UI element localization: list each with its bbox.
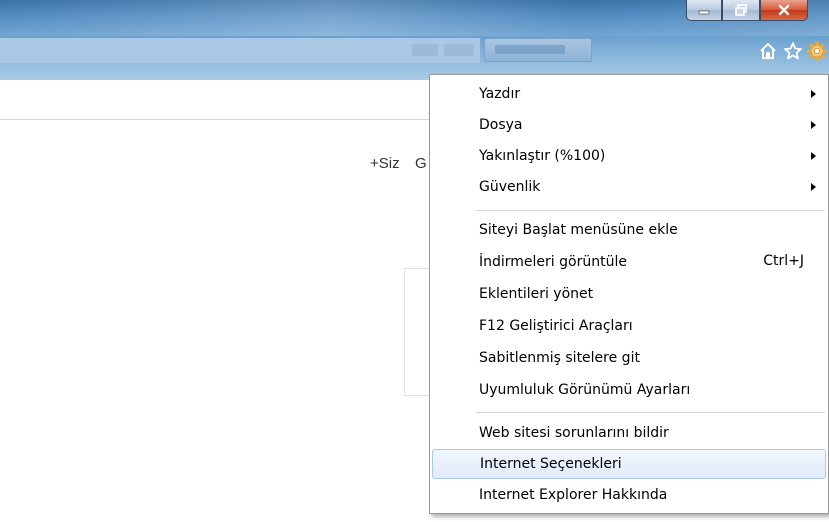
menu-item-report-problems[interactable]: Web sitesi sorunlarını bildir bbox=[432, 418, 826, 448]
home-button[interactable] bbox=[756, 40, 780, 62]
minimize-button[interactable] bbox=[686, 0, 722, 21]
submenu-arrow-icon bbox=[811, 90, 816, 98]
partial-link[interactable]: G bbox=[415, 155, 427, 172]
menu-item-label: F12 Geliştirici Araçları bbox=[479, 318, 633, 334]
home-icon bbox=[760, 42, 776, 59]
menu-item-label: Uyumluluk Görünümü Ayarları bbox=[479, 382, 691, 398]
menu-item-label: Eklentileri yönet bbox=[479, 286, 594, 302]
menu-item-zoom[interactable]: Yakınlaştır (%100) bbox=[432, 141, 826, 171]
menu-separator bbox=[476, 412, 825, 413]
browser-tab[interactable] bbox=[484, 38, 592, 62]
star-icon bbox=[784, 42, 802, 60]
maximize-button[interactable] bbox=[722, 0, 760, 21]
menu-item-print[interactable]: Yazdır bbox=[432, 79, 826, 109]
menu-item-file[interactable]: Dosya bbox=[432, 110, 826, 140]
close-button[interactable] bbox=[760, 0, 808, 21]
submenu-arrow-icon bbox=[811, 121, 816, 129]
submenu-arrow-icon bbox=[811, 152, 816, 160]
gear-icon bbox=[807, 41, 827, 61]
menu-item-add-to-start[interactable]: Siteyi Başlat menüsüne ekle bbox=[432, 215, 826, 245]
tools-button[interactable] bbox=[806, 40, 828, 62]
tools-menu: Yazdır Dosya Yakınlaştır (%100) Güvenlik… bbox=[429, 74, 829, 514]
address-dropdown[interactable] bbox=[412, 44, 438, 56]
menu-item-view-downloads[interactable]: İndirmeleri görüntüle Ctrl+J bbox=[432, 247, 826, 277]
menu-item-label: Dosya bbox=[479, 117, 523, 133]
address-bar[interactable] bbox=[0, 38, 480, 63]
menu-item-label: Internet Seçenekleri bbox=[480, 456, 622, 472]
menu-item-shortcut: Ctrl+J bbox=[763, 253, 804, 269]
menu-item-internet-options[interactable]: Internet Seçenekleri bbox=[432, 449, 826, 479]
refresh-button[interactable] bbox=[444, 44, 474, 56]
menu-item-pinned-sites[interactable]: Sabitlenmiş sitelere git bbox=[432, 343, 826, 373]
menu-item-label: İndirmeleri görüntüle bbox=[479, 254, 627, 270]
menu-item-manage-addons[interactable]: Eklentileri yönet bbox=[432, 279, 826, 309]
tab-title bbox=[495, 45, 565, 54]
menu-item-label: Yakınlaştır (%100) bbox=[479, 148, 606, 164]
menu-item-label: Sabitlenmiş sitelere git bbox=[479, 350, 640, 366]
menu-item-label: Yazdır bbox=[479, 86, 521, 102]
menu-item-about-ie[interactable]: Internet Explorer Hakkında bbox=[432, 480, 826, 510]
restore-icon bbox=[735, 4, 747, 16]
minimize-icon bbox=[698, 10, 710, 15]
plus-siz-link[interactable]: +Siz bbox=[370, 155, 400, 172]
menu-item-label: Siteyi Başlat menüsüne ekle bbox=[479, 222, 678, 238]
favorites-button[interactable] bbox=[782, 40, 804, 62]
menu-item-compatibility-view[interactable]: Uyumluluk Görünümü Ayarları bbox=[432, 375, 826, 405]
menu-item-label: Güvenlik bbox=[479, 179, 541, 195]
menu-item-security[interactable]: Güvenlik bbox=[432, 172, 826, 202]
close-icon bbox=[778, 4, 790, 16]
menu-item-label: Web sitesi sorunlarını bildir bbox=[479, 425, 669, 441]
menu-item-label: Internet Explorer Hakkında bbox=[479, 487, 668, 503]
caption-buttons bbox=[686, 0, 808, 22]
menu-item-f12-tools[interactable]: F12 Geliştirici Araçları bbox=[432, 311, 826, 341]
menu-separator bbox=[476, 210, 825, 211]
submenu-arrow-icon bbox=[811, 183, 816, 191]
